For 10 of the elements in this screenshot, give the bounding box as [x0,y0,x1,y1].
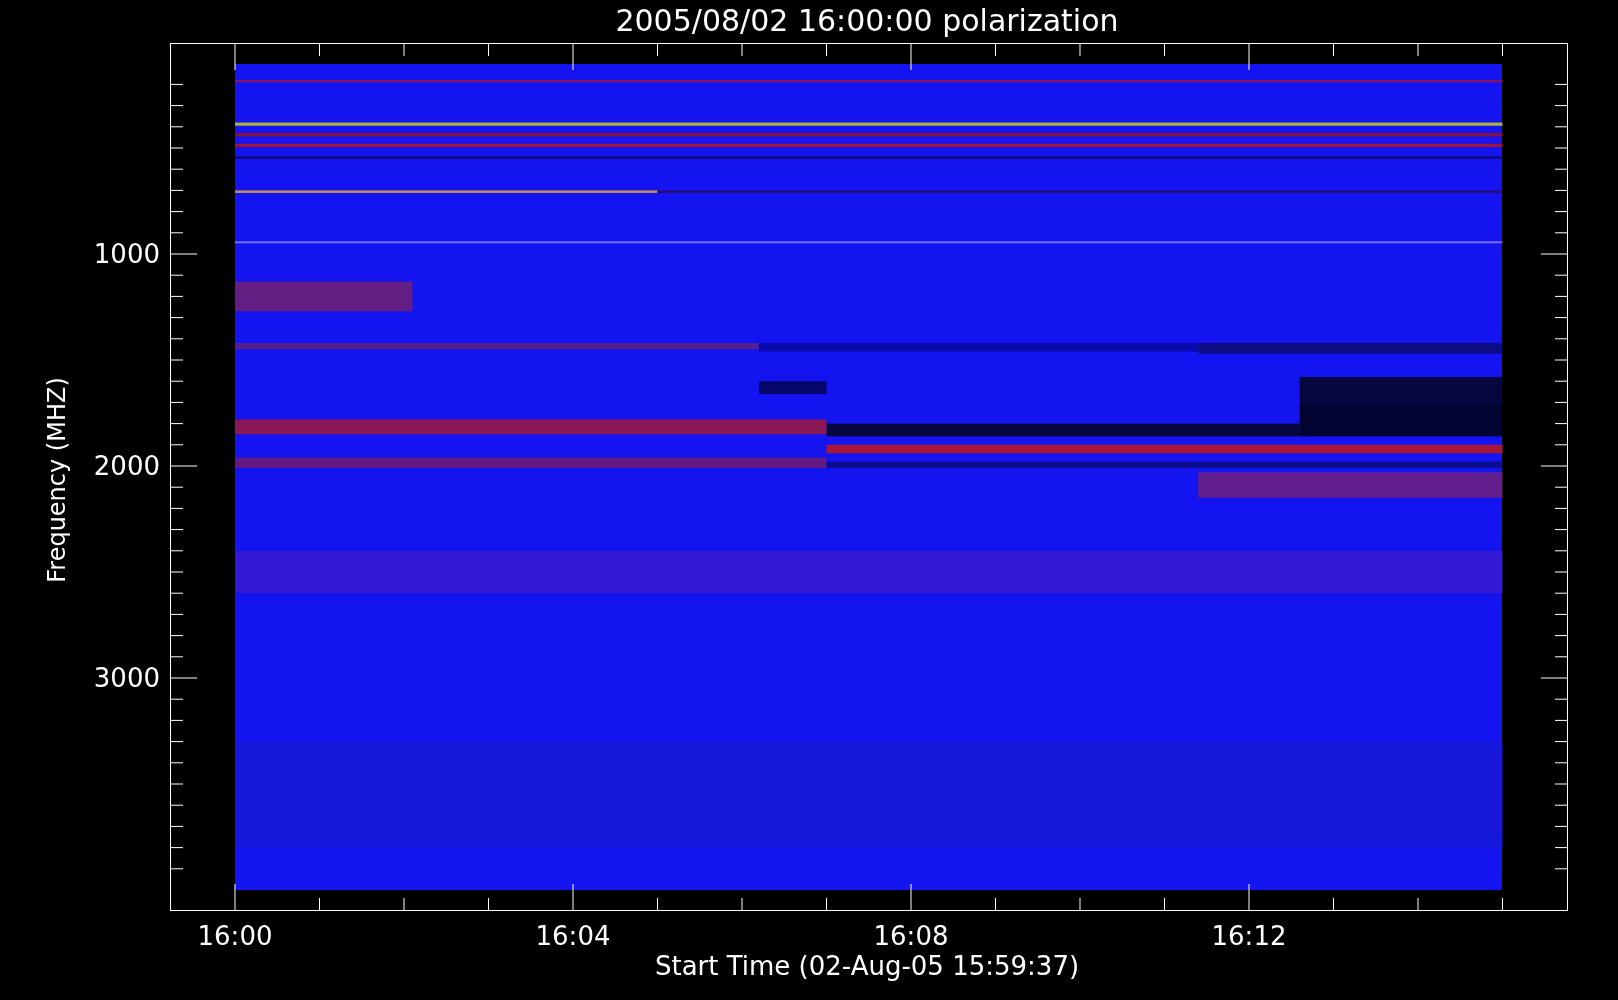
x-tick-label: 16:12 [1211,921,1287,951]
chart-title: 2005/08/02 16:00:00 polarization [615,3,1119,38]
x-axis-label: Start Time (02-Aug-05 15:59:37) [654,951,1080,981]
y-tick-label: 1000 [93,239,160,269]
x-tick-label: 16:04 [535,921,611,951]
x-tick-label: 16:08 [873,921,949,951]
y-tick-label: 2000 [93,451,160,481]
y-tick-label: 3000 [93,663,160,693]
x-tick-label: 16:00 [197,921,273,951]
y-axis-label: Frequency (MHZ) [43,377,71,583]
